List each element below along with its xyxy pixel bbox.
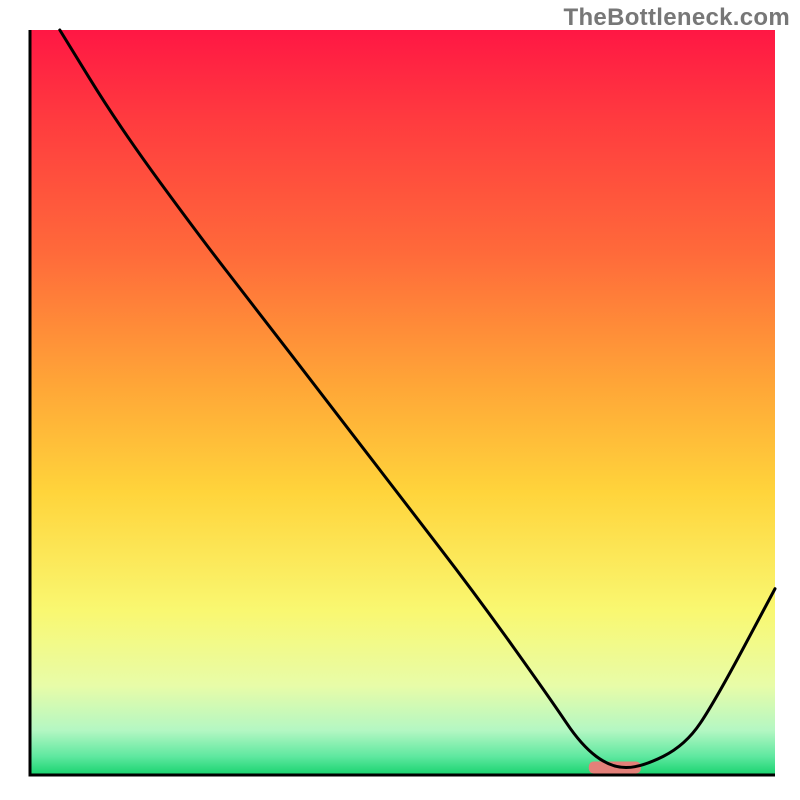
gradient-background [30, 30, 775, 775]
watermark-text: TheBottleneck.com [564, 4, 790, 32]
chart-container: TheBottleneck.com [0, 0, 800, 800]
bottleneck-chart [0, 0, 800, 800]
